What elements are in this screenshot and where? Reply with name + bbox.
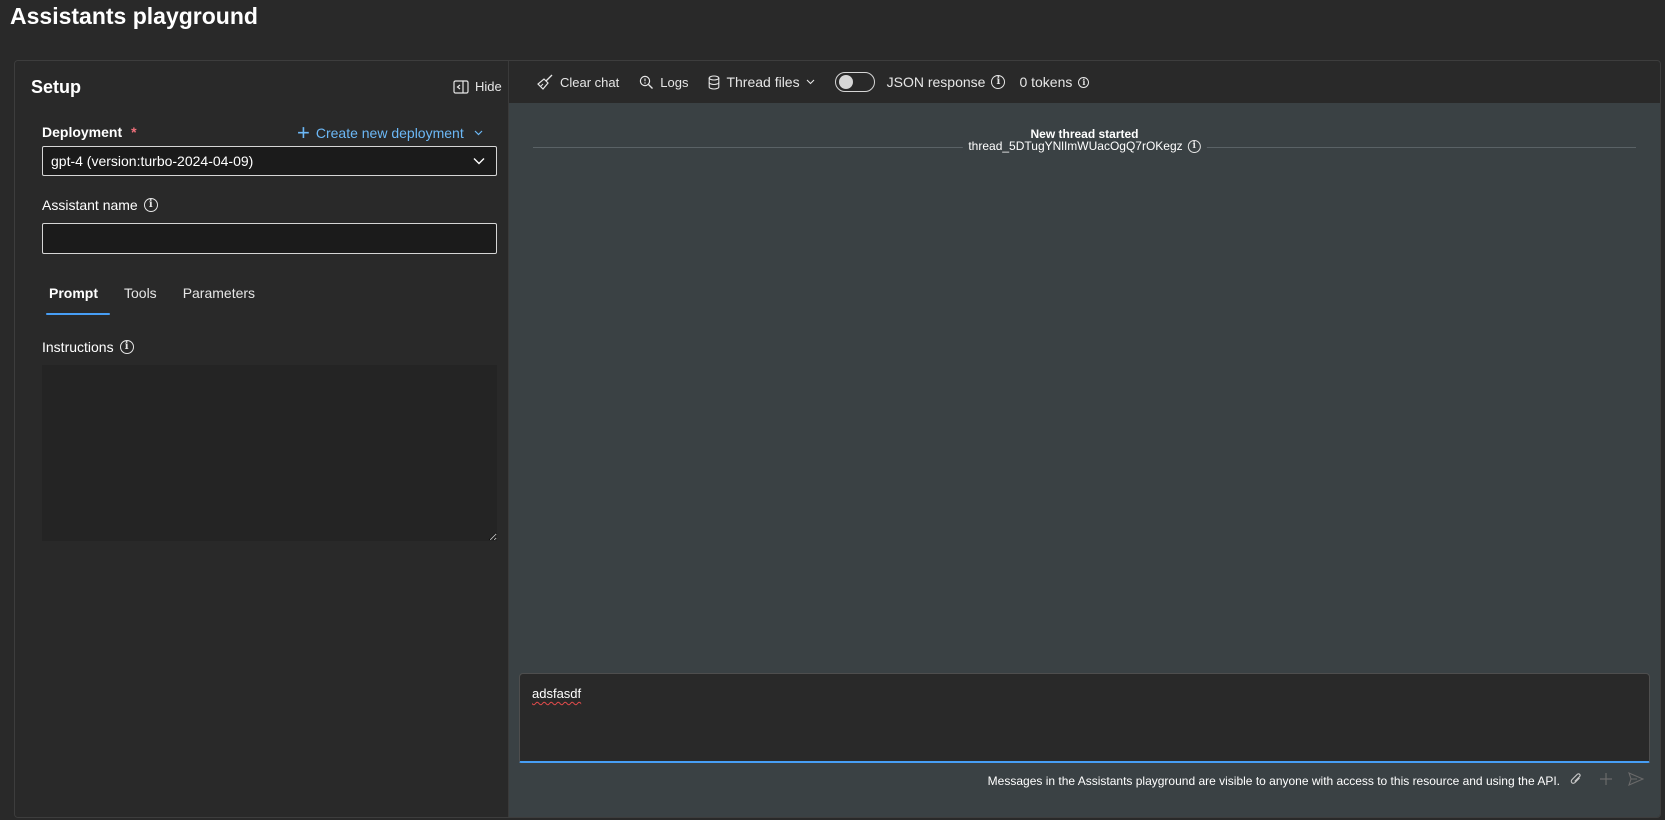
hide-label: Hide [475,79,502,94]
json-response-label-group: JSON response i [887,74,1006,90]
assistant-name-input[interactable] [42,223,497,254]
attach-icon[interactable] [1566,769,1586,789]
info-icon[interactable]: i [1187,139,1201,153]
json-response-label: JSON response [886,74,986,90]
thread-divider: thread_5DTugYNlImWUacOgQ7rOKegz i [533,139,1636,153]
chat-toolbar: Clear chat Logs Thread files JSON respon… [509,61,1660,103]
info-icon[interactable]: i [119,340,134,354]
broom-icon [537,74,553,90]
composer-actions [1566,769,1646,789]
plus-icon: + [297,120,310,145]
tab-prompt[interactable]: Prompt [46,285,110,315]
hide-setup-button[interactable]: Hide [453,79,502,94]
chevron-down-icon [472,154,486,171]
panel-collapse-icon [453,79,469,94]
info-icon[interactable]: i [1078,76,1090,88]
chat-panel: Clear chat Logs Thread files JSON respon… [509,61,1660,817]
composer-text: adsfasdf [532,686,582,701]
setup-title: Setup [31,77,82,97]
info-icon[interactable]: i [143,198,158,212]
message-composer[interactable]: adsfasdf [519,673,1650,763]
setup-panel: Setup Hide Deployment * + Create new depl… [15,61,509,817]
info-icon[interactable]: i [991,75,1006,89]
clear-chat-label: Clear chat [560,74,620,90]
deployment-selected-value: gpt-4 (version:turbo-2024-04-09) [51,153,254,169]
create-deployment-link[interactable]: + Create new deployment [297,120,483,145]
create-deployment-label: Create new deployment [315,125,464,141]
clear-chat-button[interactable]: Clear chat [537,74,619,90]
database-icon [709,74,720,90]
instructions-label: Instructions i [42,339,134,355]
privacy-note: Messages in the Assistants playground ar… [987,774,1560,788]
thread-id: thread_5DTugYNlImWUacOgQ7rOKegz i [962,139,1207,153]
thread-files-label: Thread files [726,74,800,90]
json-response-toggle[interactable] [834,72,875,92]
assistant-name-label: Assistant name i [42,197,158,213]
required-mark: * [131,124,137,140]
setup-tabs: Prompt Tools Parameters [46,285,281,315]
thread-files-dropdown[interactable]: Thread files [708,74,814,90]
chevron-down-icon [474,128,483,139]
tab-tools[interactable]: Tools [124,285,169,315]
thread-header: New thread started thread_5DTugYNlImWUac… [533,127,1636,153]
deployment-select[interactable]: gpt-4 (version:turbo-2024-04-09) [42,146,497,176]
token-count-label: 0 tokens [1019,74,1073,90]
send-icon[interactable] [1626,769,1646,789]
logs-label: Logs [660,74,689,90]
add-icon[interactable] [1596,769,1616,789]
playground-frame: Setup Hide Deployment * + Create new depl… [14,60,1661,818]
logs-button[interactable]: Logs [639,75,688,90]
search-log-icon [640,75,654,89]
chevron-down-icon [806,79,814,85]
tab-parameters[interactable]: Parameters [183,285,267,315]
instructions-textarea[interactable] [42,365,497,541]
page-title: Assistants playground [10,3,258,29]
token-count: 0 tokens i [1019,74,1090,90]
deployment-label: Deployment * [42,124,137,140]
